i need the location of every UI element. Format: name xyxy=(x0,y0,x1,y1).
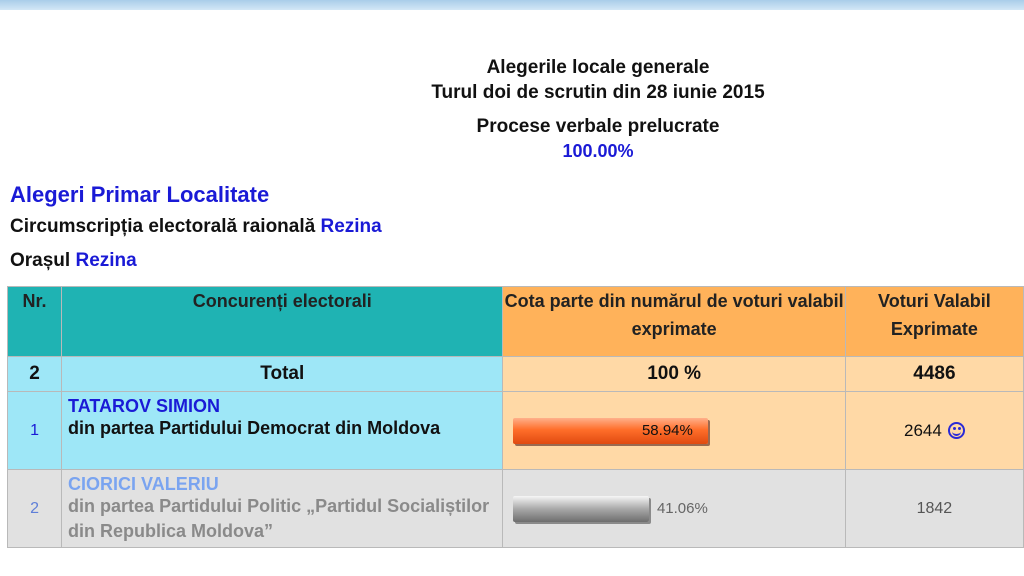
round-subtitle: Turul doi de scrutin din 28 iunie 2015 xyxy=(431,82,765,103)
votes-value: 1842 xyxy=(916,499,953,517)
share-bar-track: 41.06% xyxy=(513,495,843,522)
total-nr: 2 xyxy=(6,356,63,392)
table-row: 1 TATAROV SIMION din partea Partidului D… xyxy=(6,391,1024,470)
page-header: Alegerile locale generale Turul doi de s… xyxy=(0,55,1024,163)
share-bar-label: 41.06% xyxy=(656,499,708,517)
town-label: Orașul xyxy=(10,250,71,271)
share-bar xyxy=(513,495,649,522)
top-banner-strip xyxy=(0,0,1024,10)
share-bar-label: 58.94% xyxy=(641,421,693,439)
results-table: Nr. Concurenți electorali Cota parte din… xyxy=(6,286,1024,548)
share-cell: 41.06% xyxy=(502,469,846,548)
total-label: Total xyxy=(61,356,504,392)
candidate-name[interactable]: CIORICI VALERIU xyxy=(68,474,502,494)
table-header-row: Nr. Concurenți electorali Cota parte din… xyxy=(6,286,1024,357)
section-title: Alegeri Primar Localitate xyxy=(10,182,270,207)
candidate-cell: TATAROV SIMION din partea Partidului Dem… xyxy=(61,391,504,470)
row-nr: 2 xyxy=(6,469,63,548)
town-line: Orașul Rezina xyxy=(10,250,137,272)
header-share: Cota parte din numărul de voturi valabil… xyxy=(502,286,846,357)
table-row: 2 CIORICI VALERIU din partea Partidului … xyxy=(6,469,1024,548)
smiley-icon xyxy=(947,421,965,439)
circumscription-label: Circumscripția electorală raională xyxy=(10,216,316,237)
total-row: 2 Total 100 % 4486 xyxy=(6,356,1024,392)
election-title: Alegerile locale generale xyxy=(486,57,710,78)
votes-cell: 1842 xyxy=(844,469,1024,548)
header-nr: Nr. xyxy=(6,286,63,357)
header-votes: Voturi Valabil Exprimate xyxy=(844,286,1024,357)
row-nr: 1 xyxy=(6,391,63,470)
processed-label: Procese verbale prelucrate xyxy=(476,116,720,137)
share-cell: 58.94% xyxy=(502,391,846,470)
candidate-cell: CIORICI VALERIU din partea Partidului Po… xyxy=(61,469,504,548)
total-votes: 4486 xyxy=(844,356,1024,392)
town-link[interactable]: Rezina xyxy=(75,250,136,271)
candidate-party: din partea Partidului Politic „Partidul … xyxy=(68,496,490,541)
circumscription-link[interactable]: Rezina xyxy=(320,216,381,237)
processed-percent: 100.00% xyxy=(562,141,634,161)
header-candidates: Concurenți electorali xyxy=(61,286,504,357)
candidate-name[interactable]: TATAROV SIMION xyxy=(68,396,502,416)
candidate-party: din partea Partidului Democrat din Moldo… xyxy=(68,418,441,438)
share-bar-track: 58.94% xyxy=(513,417,843,444)
total-share: 100 % xyxy=(502,356,846,392)
circumscription-line: Circumscripția electorală raională Rezin… xyxy=(10,216,382,238)
votes-value: 2644 xyxy=(903,420,942,440)
votes-cell: 2644 xyxy=(844,391,1024,470)
